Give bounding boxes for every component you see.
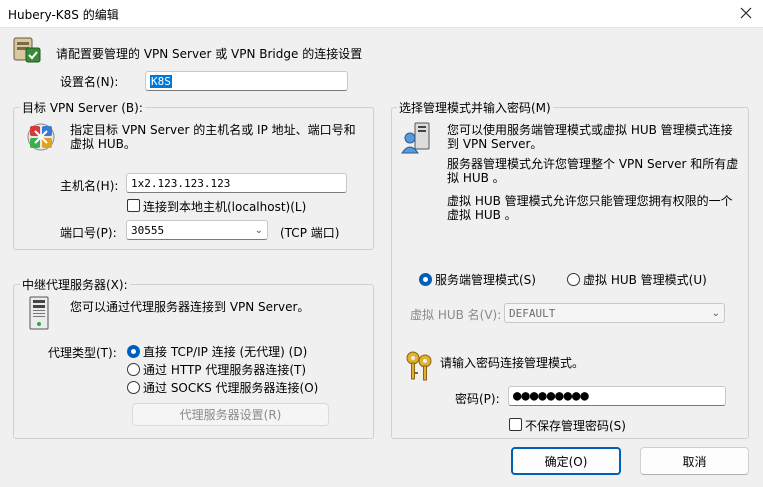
setting-name-input[interactable]: K8S	[145, 71, 348, 91]
setting-name-label: 设置名(N):	[60, 75, 119, 89]
host-label: 主机名(H):	[60, 179, 119, 193]
proxy-direct-radio[interactable]	[127, 345, 140, 358]
proxy-server-icon	[28, 296, 50, 330]
admin-group-title: 选择管理模式并输入密码(M)	[397, 99, 553, 116]
proxy-socks-label: 通过 SOCKS 代理服务器连接(O)	[143, 381, 319, 395]
ok-button[interactable]: 确定(O)	[511, 447, 621, 475]
target-description: 指定目标 VPN Server 的主机名或 IP 地址、端口号和虚拟 HUB。	[70, 123, 356, 151]
chevron-down-icon: ⌄	[711, 307, 720, 319]
header-prompt: 请配置要管理的 VPN Server 或 VPN Bridge 的连接设置	[56, 47, 363, 61]
proxy-http-label: 通过 HTTP 代理服务器连接(T)	[143, 363, 307, 377]
hub-name-label: 虚拟 HUB 名(V):	[410, 308, 502, 322]
admin-user-icon	[401, 122, 437, 154]
no-save-password-label: 不保存管理密码(S)	[525, 419, 626, 433]
proxy-settings-button[interactable]: 代理服务器设置(R)	[132, 403, 329, 426]
proxy-description: 您可以通过代理服务器连接到 VPN Server。	[70, 300, 310, 314]
hub-name-value: DEFAULT	[509, 306, 556, 320]
port-value: 30555	[131, 223, 165, 237]
proxy-direct-label: 直接 TCP/IP 连接 (无代理) (D)	[143, 345, 308, 359]
key-icon	[404, 350, 434, 382]
proxy-group-title: 中继代理服务器(X):	[20, 276, 130, 293]
proxy-type-label: 代理类型(T):	[48, 346, 117, 360]
no-save-password-checkbox[interactable]	[509, 418, 522, 431]
server-config-icon	[12, 34, 42, 66]
hub-mode-label: 虚拟 HUB 管理模式(U)	[583, 273, 707, 287]
window-title: Hubery-K8S 的编辑	[8, 8, 119, 22]
server-mode-radio[interactable]	[419, 273, 432, 286]
hub-name-select[interactable]: DEFAULT ⌄	[504, 303, 725, 323]
setting-name-value: K8S	[150, 74, 172, 88]
localhost-checkbox[interactable]	[127, 199, 140, 212]
password-input[interactable]: ●●●●●●●●●	[508, 386, 726, 406]
host-value: 1x2.123.123.123	[131, 176, 231, 190]
port-select[interactable]: 30555 ⌄	[126, 220, 268, 240]
hub-mode-radio[interactable]	[567, 273, 580, 286]
admin-info-1: 您可以使用服务端管理模式或虚拟 HUB 管理模式连接到 VPN Server。	[447, 123, 733, 151]
password-value: ●●●●●●●●●	[513, 388, 589, 404]
host-input[interactable]: 1x2.123.123.123	[126, 173, 347, 193]
port-suffix: (TCP 端口)	[280, 226, 340, 240]
server-mode-label: 服务端管理模式(S)	[435, 273, 536, 287]
target-group-title: 目标 VPN Server (B):	[20, 99, 145, 116]
port-label: 端口号(P):	[60, 226, 117, 240]
localhost-label: 连接到本地主机(localhost)(L)	[143, 200, 307, 214]
password-prompt: 请输入密码连接管理模式。	[440, 356, 585, 370]
password-label: 密码(P):	[455, 392, 500, 406]
proxy-socks-radio[interactable]	[127, 381, 140, 394]
network-icon	[26, 122, 56, 152]
admin-info-3: 虚拟 HUB 管理模式允许您只能管理您拥有权限的一个虚拟 HUB 。	[447, 194, 733, 222]
admin-info-2: 服务器管理模式允许您管理整个 VPN Server 和所有虚拟 HUB 。	[447, 157, 739, 185]
cancel-button[interactable]: 取消	[640, 447, 749, 475]
close-icon[interactable]	[733, 2, 759, 24]
proxy-http-radio[interactable]	[127, 363, 140, 376]
chevron-down-icon: ⌄	[254, 224, 263, 236]
